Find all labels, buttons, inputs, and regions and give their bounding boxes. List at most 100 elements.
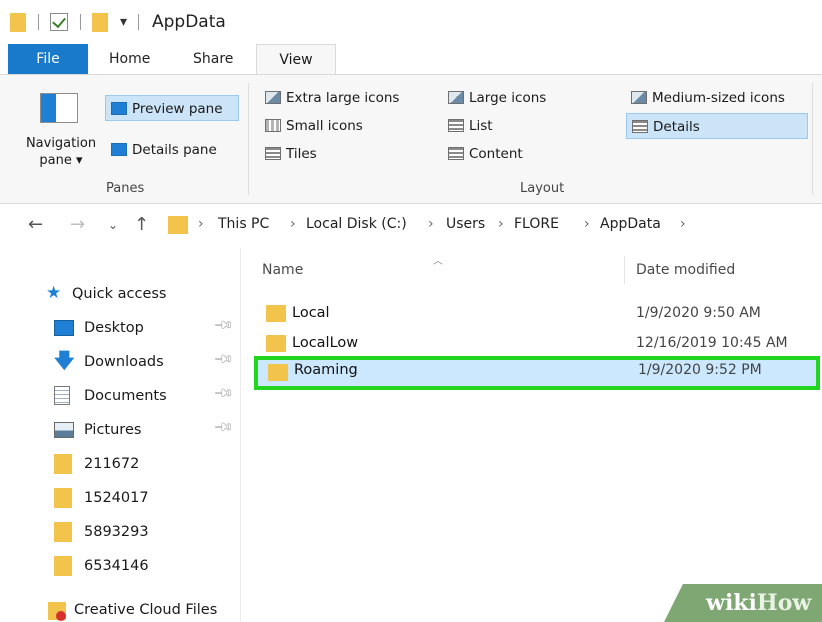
download-arrow-icon: 🡇︎: [54, 348, 75, 372]
column-header-date-modified[interactable]: Date modified: [636, 262, 735, 278]
ribbon-tabs: File Home Share View: [0, 44, 822, 75]
chevron-right-icon[interactable]: ›: [290, 216, 296, 232]
folder-icon: [268, 364, 288, 381]
details-pane-button[interactable]: Details pane: [106, 137, 217, 163]
folder-icon: [266, 335, 286, 352]
navigation-pane: ★ Quick access Desktop 📌︎ 🡇︎ Downloads 📌…: [0, 248, 242, 622]
pane-divider[interactable]: [240, 248, 241, 622]
folder-icon: [54, 488, 72, 508]
nav-label: 6534146: [84, 558, 149, 574]
tab-view[interactable]: View: [256, 44, 336, 75]
nav-label: Downloads: [84, 354, 164, 370]
pin-icon[interactable]: 📌︎: [212, 314, 234, 336]
pictures-icon: [54, 422, 74, 438]
panes-group-label: Panes: [106, 181, 145, 196]
tiles-icon: [265, 147, 281, 160]
folder-icon: [54, 522, 72, 542]
tab-home[interactable]: Home: [109, 44, 150, 74]
preview-pane-label: Preview pane: [132, 101, 223, 117]
desktop-icon: [54, 320, 74, 336]
folder-icon: [266, 305, 286, 322]
file-name: Roaming: [294, 362, 358, 378]
tiles-option[interactable]: Tiles: [260, 141, 317, 167]
content-icon: [448, 147, 464, 160]
content-option[interactable]: Content: [443, 141, 523, 167]
breadcrumb-flore[interactable]: FLORE: [514, 216, 559, 232]
breadcrumb-appdata[interactable]: AppData: [600, 216, 661, 232]
file-row-locallow[interactable]: LocalLow 12/16/2019 10:45 AM: [256, 330, 822, 358]
small-icons-icon: [265, 119, 281, 132]
details-label: Details: [653, 119, 700, 135]
chevron-right-icon[interactable]: ›: [584, 216, 590, 232]
chevron-right-icon[interactable]: ›: [428, 216, 434, 232]
large-icons-label: Large icons: [469, 90, 547, 106]
navigation-pane-label: Navigation pane ▾: [25, 136, 97, 168]
large-icons-icon: [448, 91, 464, 104]
folder-icon: [10, 13, 26, 32]
file-date: 1/9/2020 9:52 PM: [638, 362, 762, 378]
breadcrumb-local-disk[interactable]: Local Disk (C:): [306, 216, 407, 232]
title-bar: ▾ AppData: [0, 0, 822, 44]
file-date: 12/16/2019 10:45 AM: [636, 335, 788, 351]
file-row-local[interactable]: Local 1/9/2020 9:50 AM: [256, 300, 822, 328]
chevron-right-icon[interactable]: ›: [680, 216, 686, 232]
divider: [138, 14, 139, 30]
navigation-pane-label-line1: Navigation: [25, 136, 97, 151]
details-icon: [632, 120, 648, 133]
list-option[interactable]: List: [443, 113, 493, 139]
tab-share[interactable]: Share: [193, 44, 233, 74]
medium-icons-label: Medium-sized icons: [652, 90, 785, 106]
pin-icon[interactable]: 📌︎: [212, 382, 234, 404]
group-divider: [812, 83, 813, 195]
file-row-roaming[interactable]: Roaming 1/9/2020 9:52 PM: [254, 356, 820, 390]
list-label: List: [469, 118, 493, 134]
column-divider[interactable]: [624, 256, 625, 284]
pin-icon[interactable]: 📌︎: [212, 416, 234, 438]
folder-icon: [54, 556, 72, 576]
large-icons-option[interactable]: Large icons: [443, 85, 546, 111]
new-folder-icon[interactable]: [92, 13, 108, 32]
tab-file[interactable]: File: [8, 44, 88, 74]
forward-arrow-icon[interactable]: →: [70, 214, 85, 235]
up-arrow-icon[interactable]: ↑: [134, 214, 149, 235]
navigation-pane-label-line2: pane: [39, 153, 72, 168]
recent-locations-chevron-icon[interactable]: ⌄: [108, 218, 118, 232]
nav-label: 5893293: [84, 524, 149, 540]
breadcrumb-users[interactable]: Users: [446, 216, 485, 232]
small-icons-option[interactable]: Small icons: [260, 113, 363, 139]
star-icon: ★: [46, 283, 62, 303]
properties-check-icon[interactable]: [50, 13, 68, 31]
file-name: Local: [292, 305, 330, 321]
pin-icon[interactable]: 📌︎: [212, 348, 234, 370]
preview-pane-button[interactable]: Preview pane: [105, 95, 239, 121]
back-arrow-icon[interactable]: ←: [28, 214, 43, 235]
navigation-pane-icon: [40, 93, 78, 123]
small-icons-label: Small icons: [286, 118, 363, 134]
watermark-wiki: wiki: [706, 590, 757, 616]
medium-icons-option[interactable]: Medium-sized icons: [626, 85, 785, 111]
customize-toolbar-icon[interactable]: ▾: [120, 14, 127, 30]
file-list: ︿ Name Date modified Local 1/9/2020 9:50…: [248, 248, 822, 622]
medium-icons-icon: [631, 91, 647, 104]
extra-large-icons-icon: [265, 91, 281, 104]
address-bar: ← → ⌄ ↑ › This PC › Local Disk (C:) › Us…: [0, 205, 822, 245]
window-title: AppData: [152, 12, 226, 32]
nav-label: Quick access: [72, 286, 167, 302]
document-icon: [54, 386, 70, 405]
divider: [38, 14, 39, 30]
nav-label: 1524017: [84, 490, 149, 506]
watermark-how: How: [756, 590, 812, 616]
nav-label: Creative Cloud Files: [74, 602, 218, 618]
breadcrumb-this-pc[interactable]: This PC: [218, 216, 269, 232]
column-header-name[interactable]: Name: [262, 262, 303, 278]
divider: [80, 14, 81, 30]
nav-label: Desktop: [84, 320, 144, 336]
chevron-right-icon[interactable]: ›: [198, 216, 204, 232]
ribbon-view: Navigation pane ▾ Preview pane Details p…: [0, 74, 822, 204]
details-option[interactable]: Details: [626, 113, 808, 139]
chevron-right-icon[interactable]: ›: [498, 216, 504, 232]
list-icon: [448, 119, 464, 132]
details-pane-icon: [111, 143, 127, 156]
file-name: LocalLow: [292, 335, 359, 351]
extra-large-icons-option[interactable]: Extra large icons: [260, 85, 399, 111]
